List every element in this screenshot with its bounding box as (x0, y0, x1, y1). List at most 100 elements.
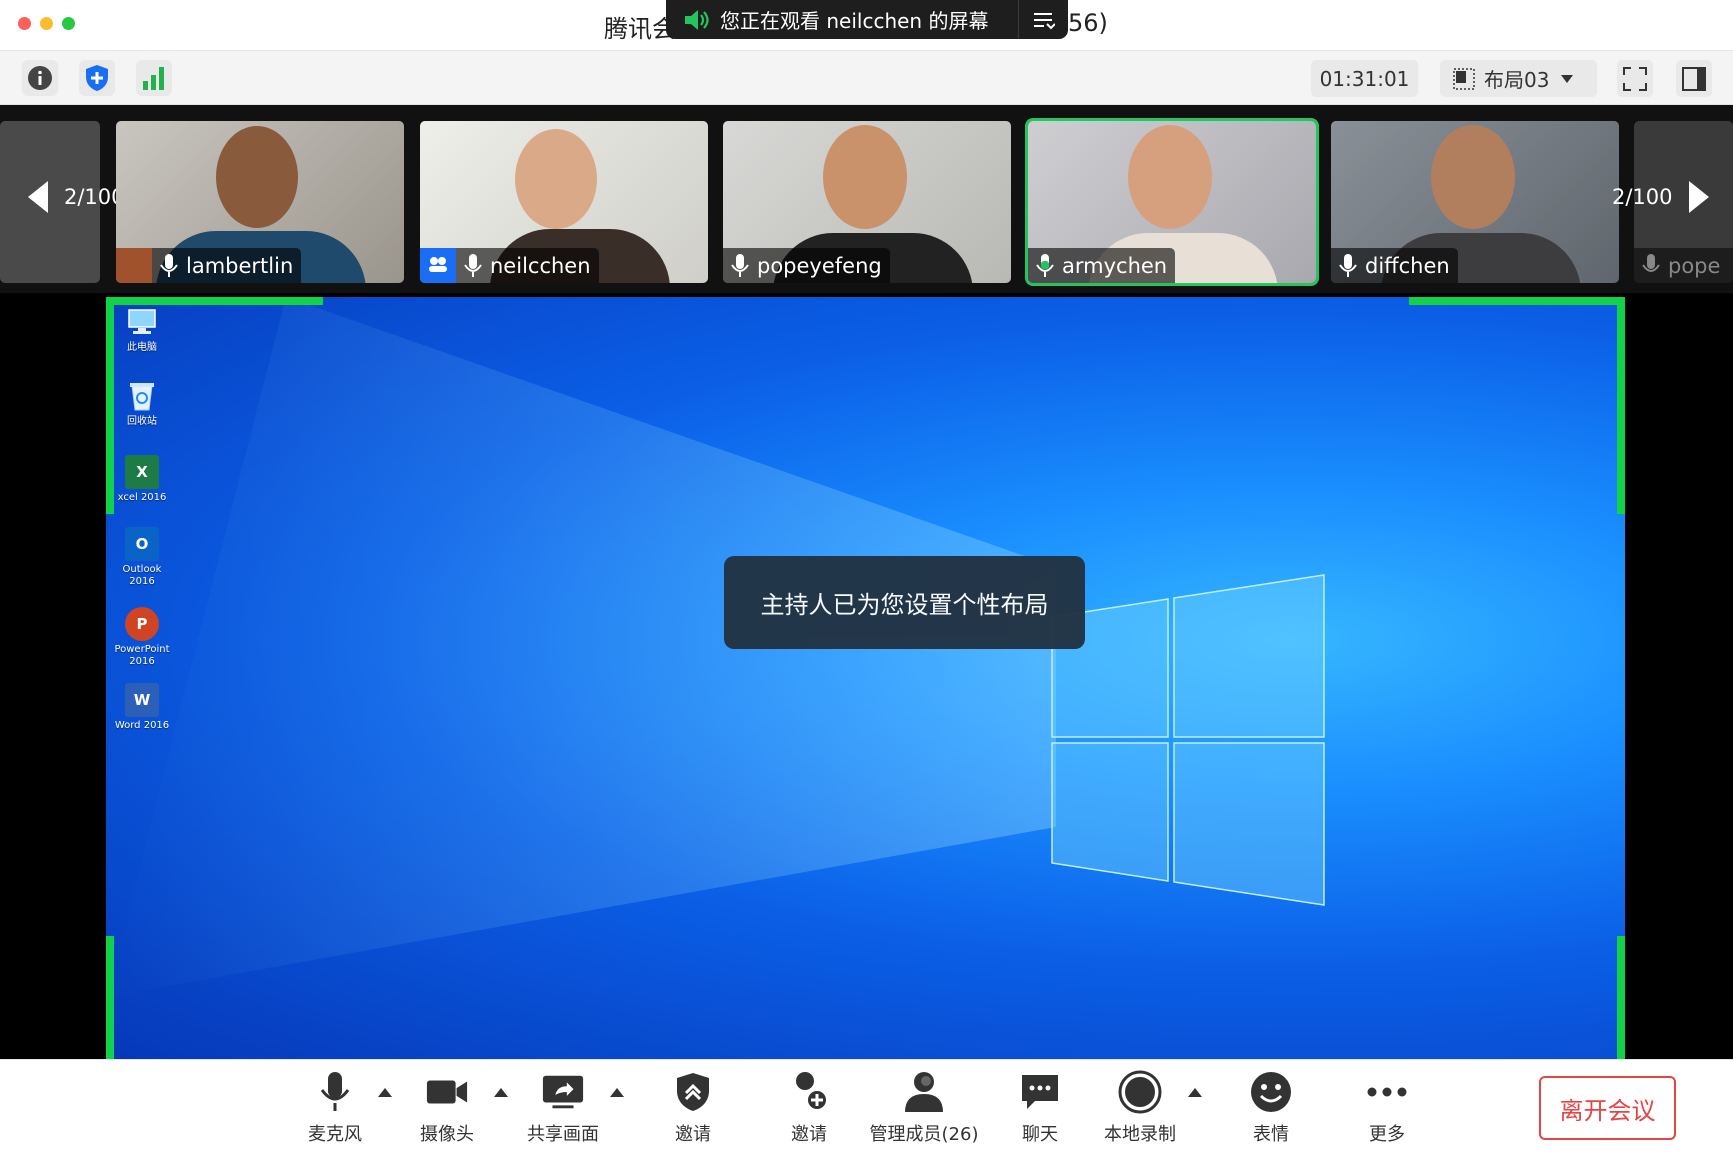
sidebar-panel-icon (1682, 66, 1706, 91)
desktop-icon-label: Outlook 2016 (122, 564, 162, 587)
microphone-button[interactable]: 麦克风 (280, 1070, 390, 1146)
share-screen-button[interactable]: 共享画面 (508, 1070, 618, 1146)
banner-menu-button[interactable] (1018, 0, 1068, 39)
microphone-active-icon (1036, 253, 1054, 277)
word-icon: W (125, 683, 159, 717)
signal-bars-icon (143, 67, 164, 90)
record-options-caret[interactable] (1188, 1088, 1202, 1097)
participant-name: diffchen (1365, 253, 1450, 278)
zoom-window-button[interactable] (62, 17, 75, 30)
layout-label: 布局03 (1484, 68, 1550, 92)
camera-icon (426, 1080, 468, 1104)
invite-label: 邀请 (791, 1124, 827, 1145)
participant-head (216, 126, 298, 228)
desktop-icon-label: Word 2016 (114, 720, 170, 731)
meeting-controls: 麦克风 摄像头 共享画面 邀请 邀请 管理成员(26) 聊天 本地录制 表情 更… (0, 1059, 1733, 1157)
focus-frame-corner (106, 297, 323, 305)
gallery-prev-pager[interactable]: 2/100 (28, 181, 125, 213)
network-status-button[interactable] (136, 60, 172, 96)
record-icon (1118, 1070, 1162, 1114)
minimize-window-button[interactable] (40, 17, 53, 30)
chevron-right-icon (1688, 181, 1709, 213)
chevron-left-icon (28, 181, 48, 213)
participant-head (1128, 125, 1212, 229)
participant-name: lambertlin (186, 253, 294, 278)
users-icon (429, 257, 447, 272)
windows-wallpaper (106, 297, 1325, 997)
share-screen-label: 共享画面 (527, 1124, 599, 1145)
shield-icon (86, 65, 108, 91)
gallery-next-pager[interactable]: 2/100 (1612, 181, 1709, 213)
excel-icon: X (125, 455, 159, 489)
camera-options-caret[interactable] (494, 1088, 508, 1097)
meeting-info-button[interactable] (22, 60, 58, 96)
microphone-icon (160, 253, 178, 277)
manage-members-button[interactable]: 管理成员(26) (869, 1070, 979, 1146)
info-icon (28, 66, 52, 90)
participant-tile[interactable]: diffchen (1331, 121, 1619, 283)
participant-namebar: lambertlin (152, 248, 302, 283)
security-status-button[interactable] (79, 60, 115, 96)
share-options-caret[interactable] (610, 1088, 624, 1097)
participant-tile[interactable]: neilcchen (420, 121, 708, 283)
participant-tile-active[interactable]: armychen (1025, 118, 1319, 286)
security-button[interactable]: 邀请 (638, 1070, 748, 1146)
desktop-icon-excel[interactable]: X xcel 2016 (114, 455, 170, 504)
participant-head (823, 125, 907, 229)
microphone-icon (320, 1072, 350, 1111)
camera-button[interactable]: 摄像头 (392, 1070, 502, 1146)
microphone-icon (731, 253, 749, 277)
invite-button[interactable]: 邀请 (754, 1070, 864, 1146)
participant-namebar: armychen (1028, 248, 1176, 283)
focus-frame-corner (1617, 936, 1625, 1059)
chevron-down-icon (1561, 74, 1574, 83)
top-toolbar: 01:31:01 布局03 (0, 51, 1733, 105)
desktop-icon-label: 回收站 (127, 416, 157, 427)
leave-meeting-button[interactable]: 离开会议 (1539, 1076, 1676, 1140)
desktop-icon-powerpoint[interactable]: P PowerPoint 2016 (114, 607, 170, 668)
participant-name: popeyefeng (757, 253, 882, 278)
more-dots-icon (1367, 1087, 1407, 1097)
reactions-label: 表情 (1253, 1124, 1289, 1145)
meeting-window: 腾讯会 56) 您正在观看 neilcchen 的屏幕 01:31:01 布局0… (0, 0, 1733, 1157)
microphone-label: 麦克风 (308, 1124, 362, 1145)
close-window-button[interactable] (18, 17, 31, 30)
participant-tile[interactable]: lambertlin (116, 121, 404, 283)
desktop-icon-recycle-bin[interactable]: 回收站 (114, 379, 170, 428)
window-controls (18, 17, 75, 30)
sidebar-toggle-button[interactable] (1676, 60, 1712, 97)
participant-namebar: popeyefeng (723, 248, 890, 283)
participant-name: armychen (1062, 253, 1168, 278)
group-badge (420, 248, 456, 283)
chat-button[interactable]: 聊天 (985, 1070, 1095, 1146)
reactions-button[interactable]: 表情 (1216, 1070, 1326, 1146)
participant-tile[interactable]: popeyefeng (723, 121, 1011, 283)
members-icon (905, 1072, 943, 1112)
security-label: 邀请 (675, 1124, 711, 1145)
participant-namebar: pope (1634, 248, 1733, 283)
more-button[interactable]: 更多 (1332, 1070, 1442, 1146)
video-gallery: 2/100 lambertlin neilcchen popeyefeng ar… (0, 105, 1733, 293)
local-record-button[interactable]: 本地录制 (1085, 1070, 1195, 1146)
desktop-icon-this-pc[interactable]: 此电脑 (114, 305, 170, 354)
meeting-timer: 01:31:01 (1311, 60, 1418, 97)
focus-frame-corner (1617, 297, 1625, 514)
window-title-suffix: 56) (1068, 9, 1108, 37)
desktop-icon-outlook[interactable]: O Outlook 2016 (114, 527, 170, 588)
fullscreen-button[interactable] (1617, 60, 1653, 97)
microphone-options-caret[interactable] (378, 1088, 392, 1097)
viewing-banner-text: 您正在观看 neilcchen 的屏幕 (720, 9, 989, 33)
speaker-icon (685, 9, 709, 30)
powerpoint-icon: P (125, 607, 159, 641)
participant-namebar: neilcchen (456, 248, 599, 283)
layout-selector[interactable]: 布局03 (1440, 60, 1597, 97)
participant-namebar: diffchen (1331, 248, 1458, 283)
title-bar: 腾讯会 56) 您正在观看 neilcchen 的屏幕 (0, 0, 1733, 51)
shared-desktop: 此电脑 回收站 X xcel 2016 O Outlook 2016 P Pow… (106, 297, 1625, 1059)
page-indicator-right: 2/100 (1612, 185, 1673, 209)
desktop-icon-word[interactable]: W Word 2016 (114, 683, 170, 732)
share-screen-icon (542, 1075, 584, 1109)
layout-toast: 主持人已为您设置个性布局 (724, 556, 1085, 649)
add-user-icon (796, 1072, 826, 1109)
participant-name: pope (1668, 253, 1721, 278)
